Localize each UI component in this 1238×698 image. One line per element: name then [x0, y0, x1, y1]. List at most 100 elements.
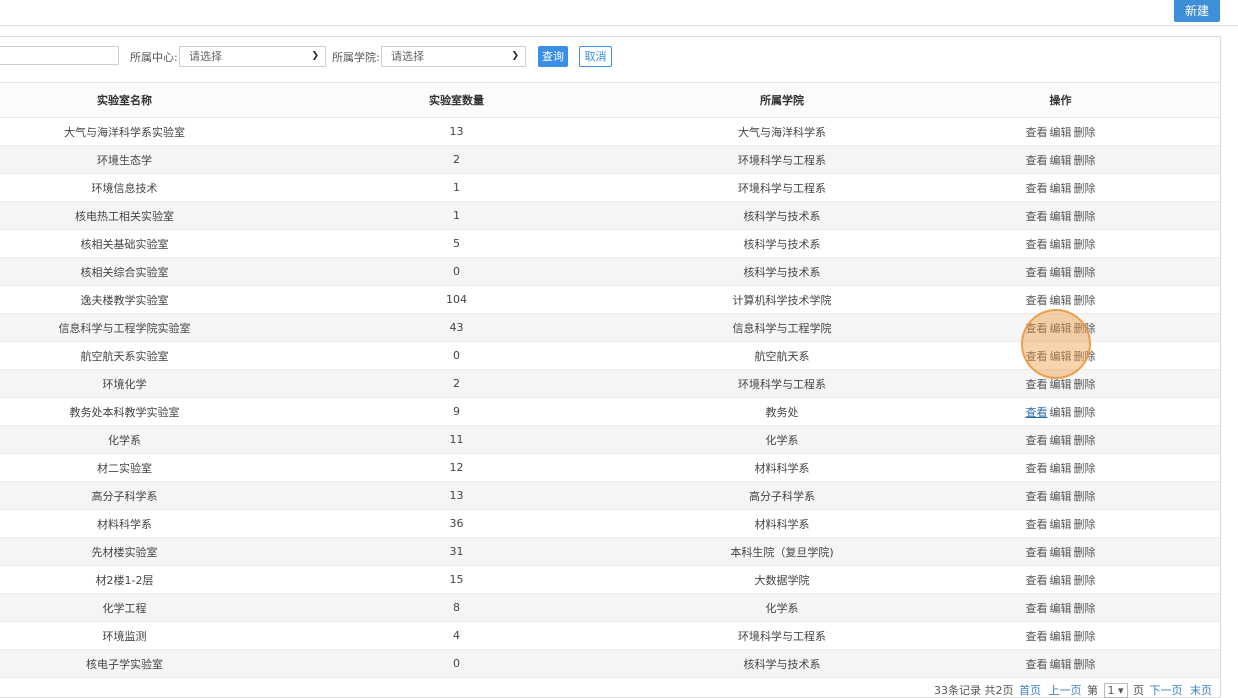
view-link[interactable]: 查看 — [1026, 154, 1048, 167]
edit-link[interactable]: 编辑 — [1050, 322, 1072, 335]
cell-actions: 查看 编辑 删除 — [901, 145, 1220, 174]
edit-link[interactable]: 编辑 — [1050, 546, 1072, 559]
delete-link[interactable]: 删除 — [1074, 434, 1096, 447]
edit-link[interactable]: 编辑 — [1050, 350, 1072, 363]
view-link[interactable]: 查看 — [1026, 350, 1048, 363]
delete-link[interactable]: 删除 — [1074, 182, 1096, 195]
last-page-link[interactable]: 末页 — [1190, 684, 1212, 697]
table-row: 材2楼1-2层 15 大数据学院 查看 编辑 删除 — [0, 565, 1220, 594]
edit-link[interactable]: 编辑 — [1050, 238, 1072, 251]
view-link[interactable]: 查看 — [1026, 294, 1048, 307]
lab-table: 实验室名称 实验室数量 所属学院 操作 大气与海洋科学系实验室 13 大气与海洋科学… — [0, 83, 1220, 678]
edit-link[interactable]: 编辑 — [1050, 658, 1072, 671]
delete-link[interactable]: 删除 — [1074, 490, 1096, 503]
view-link[interactable]: 查看 — [1026, 182, 1048, 195]
edit-link[interactable]: 编辑 — [1050, 378, 1072, 391]
view-link[interactable]: 查看 — [1026, 378, 1048, 391]
cell-lab-count: 43 — [250, 313, 663, 342]
cell-actions: 查看 编辑 删除 — [901, 481, 1220, 510]
edit-link[interactable]: 编辑 — [1050, 490, 1072, 503]
cell-lab-count: 104 — [250, 285, 663, 314]
delete-link[interactable]: 删除 — [1074, 322, 1096, 335]
delete-link[interactable]: 删除 — [1074, 518, 1096, 531]
lab-name-search-input[interactable] — [0, 46, 119, 65]
cell-lab-name: 教务处本科教学实验室 — [0, 397, 250, 426]
view-link[interactable]: 查看 — [1026, 630, 1048, 643]
cell-lab-name: 核电子学实验室 — [0, 649, 250, 678]
delete-link[interactable]: 删除 — [1074, 350, 1096, 363]
table-row: 教务处本科教学实验室 9 教务处 查看 编辑 删除 — [0, 397, 1220, 426]
cell-lab-name: 材2楼1-2层 — [0, 565, 250, 594]
table-row: 高分子科学系 13 高分子科学系 查看 编辑 删除 — [0, 481, 1220, 510]
cell-lab-count: 1 — [250, 173, 663, 202]
edit-link[interactable]: 编辑 — [1050, 266, 1072, 279]
edit-link[interactable]: 编辑 — [1050, 210, 1072, 223]
cell-college: 大气与海洋科学系 — [663, 117, 901, 146]
first-page-link[interactable]: 首页 — [1019, 684, 1041, 697]
delete-link[interactable]: 删除 — [1074, 658, 1096, 671]
table-row: 航空航天系实验室 0 航空航天系 查看 编辑 删除 — [0, 341, 1220, 370]
cell-actions: 查看 编辑 删除 — [901, 565, 1220, 594]
view-link[interactable]: 查看 — [1026, 406, 1048, 419]
cell-college: 计算机科学技术学院 — [663, 285, 901, 314]
view-link[interactable]: 查看 — [1026, 434, 1048, 447]
college-select[interactable]: 请选择 ❯ — [381, 46, 526, 67]
cancel-button[interactable]: 取消 — [579, 46, 612, 67]
view-link[interactable]: 查看 — [1026, 518, 1048, 531]
record-count: 33条记录 — [934, 684, 981, 697]
edit-link[interactable]: 编辑 — [1050, 518, 1072, 531]
delete-link[interactable]: 删除 — [1074, 462, 1096, 475]
new-button[interactable]: 新建 — [1173, 0, 1220, 22]
delete-link[interactable]: 删除 — [1074, 294, 1096, 307]
prev-page-link[interactable]: 上一页 — [1049, 684, 1082, 697]
cell-college: 核科学与技术系 — [663, 257, 901, 286]
page-select[interactable]: 1 ▾ — [1103, 683, 1128, 698]
delete-link[interactable]: 删除 — [1074, 406, 1096, 419]
cell-college: 核科学与技术系 — [663, 201, 901, 230]
view-link[interactable]: 查看 — [1026, 238, 1048, 251]
table-row: 核电子学实验室 0 核科学与技术系 查看 编辑 删除 — [0, 649, 1220, 678]
edit-link[interactable]: 编辑 — [1050, 462, 1072, 475]
cell-lab-count: 4 — [250, 621, 663, 650]
view-link[interactable]: 查看 — [1026, 322, 1048, 335]
delete-link[interactable]: 删除 — [1074, 574, 1096, 587]
center-filter-label: 所属中心: — [130, 51, 178, 64]
table-row: 环境监测 4 环境科学与工程系 查看 编辑 删除 — [0, 621, 1220, 650]
edit-link[interactable]: 编辑 — [1050, 406, 1072, 419]
view-link[interactable]: 查看 — [1026, 266, 1048, 279]
view-link[interactable]: 查看 — [1026, 126, 1048, 139]
edit-link[interactable]: 编辑 — [1050, 574, 1072, 587]
delete-link[interactable]: 删除 — [1074, 602, 1096, 615]
view-link[interactable]: 查看 — [1026, 462, 1048, 475]
query-button[interactable]: 查询 — [538, 46, 568, 67]
cell-college: 化学系 — [663, 425, 901, 454]
view-link[interactable]: 查看 — [1026, 210, 1048, 223]
view-link[interactable]: 查看 — [1026, 546, 1048, 559]
column-header-actions: 操作 — [901, 83, 1220, 118]
edit-link[interactable]: 编辑 — [1050, 294, 1072, 307]
delete-link[interactable]: 删除 — [1074, 266, 1096, 279]
table-row: 核电热工相关实验室 1 核科学与技术系 查看 编辑 删除 — [0, 201, 1220, 230]
delete-link[interactable]: 删除 — [1074, 378, 1096, 391]
edit-link[interactable]: 编辑 — [1050, 602, 1072, 615]
edit-link[interactable]: 编辑 — [1050, 434, 1072, 447]
edit-link[interactable]: 编辑 — [1050, 630, 1072, 643]
delete-link[interactable]: 删除 — [1074, 154, 1096, 167]
view-link[interactable]: 查看 — [1026, 658, 1048, 671]
next-page-link[interactable]: 下一页 — [1150, 684, 1183, 697]
cell-lab-count: 8 — [250, 593, 663, 622]
delete-link[interactable]: 删除 — [1074, 238, 1096, 251]
delete-link[interactable]: 删除 — [1074, 546, 1096, 559]
edit-link[interactable]: 编辑 — [1050, 154, 1072, 167]
delete-link[interactable]: 删除 — [1074, 126, 1096, 139]
center-select[interactable]: 请选择 ❯ — [179, 46, 326, 67]
edit-link[interactable]: 编辑 — [1050, 182, 1072, 195]
view-link[interactable]: 查看 — [1026, 602, 1048, 615]
pagination: 33条记录 共2页 首页 上一页 第 1 ▾ 页 下一页 末页 — [934, 682, 1214, 698]
view-link[interactable]: 查看 — [1026, 574, 1048, 587]
view-link[interactable]: 查看 — [1026, 490, 1048, 503]
edit-link[interactable]: 编辑 — [1050, 126, 1072, 139]
delete-link[interactable]: 删除 — [1074, 210, 1096, 223]
delete-link[interactable]: 删除 — [1074, 630, 1096, 643]
cell-college: 材料科学系 — [663, 453, 901, 482]
